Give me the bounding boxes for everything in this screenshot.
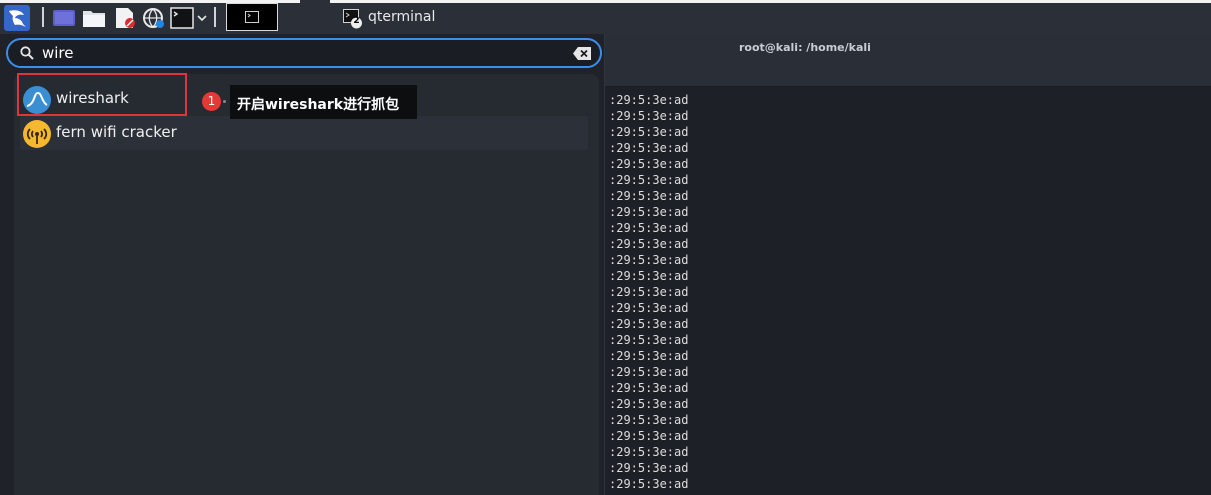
- terminal-line: :29:5:3e:ad: [609, 285, 689, 299]
- terminal-window[interactable]: root@kali: /home/kali :29:5:3e:ad:29:5:3…: [604, 34, 1211, 495]
- result-label: fern wifi cracker: [56, 123, 177, 141]
- search-bar[interactable]: [6, 38, 602, 68]
- chevron-down-icon[interactable]: [196, 12, 208, 24]
- terminal-line: :29:5:3e:ad: [609, 381, 689, 395]
- terminal-line: :29:5:3e:ad: [609, 413, 689, 427]
- step-badge: 1: [202, 92, 221, 111]
- panel-separator: [214, 7, 216, 27]
- workspace-preview[interactable]: [226, 3, 278, 31]
- search-icon: [20, 46, 34, 60]
- terminal-icon: [245, 11, 259, 23]
- callout-connector: [223, 100, 226, 103]
- terminal-titlebar: root@kali: /home/kali: [605, 34, 1211, 87]
- panel-separator: [42, 7, 44, 27]
- terminal-line: :29:5:3e:ad: [609, 237, 689, 251]
- fern-wifi-icon: [23, 120, 51, 148]
- annotation-callout: 开启wireshark进行抓包: [230, 85, 417, 119]
- annotation-text: 开启wireshark进行抓包: [237, 97, 400, 113]
- terminal-line: :29:5:3e:ad: [609, 445, 689, 459]
- terminal-line: :29:5:3e:ad: [609, 221, 689, 235]
- terminal-line: :29:5:3e:ad: [609, 429, 689, 443]
- terminal-line: :29:5:3e:ad: [609, 349, 689, 363]
- terminal-line: :29:5:3e:ad: [609, 205, 689, 219]
- terminal-icon[interactable]: [170, 7, 194, 29]
- top-panel: 2 qterminal: [0, 0, 1211, 35]
- terminal-line: :29:5:3e:ad: [609, 317, 689, 331]
- terminal-line: :29:5:3e:ad: [609, 157, 689, 171]
- clear-input-icon[interactable]: [573, 47, 591, 60]
- file-manager-icon[interactable]: [82, 7, 106, 29]
- terminal-line: :29:5:3e:ad: [609, 301, 689, 315]
- terminal-line: :29:5:3e:ad: [609, 269, 689, 283]
- result-item-fern-wifi-cracker[interactable]: fern wifi cracker: [20, 116, 588, 150]
- terminal-output: :29:5:3e:ad :29:5:3e:ad :29:5:3e:ad :29:5:3…: [609, 92, 688, 492]
- kali-menu-icon[interactable]: [4, 5, 30, 31]
- terminal-line: :29:5:3e:ad: [609, 333, 689, 347]
- terminal-line: :29:5:3e:ad: [609, 365, 689, 379]
- terminal-line: :29:5:3e:ad: [609, 125, 689, 139]
- desktop-icon[interactable]: [52, 7, 76, 29]
- search-input[interactable]: [42, 43, 542, 63]
- terminal-line: :29:5:3e:ad: [609, 461, 689, 475]
- terminal-line: :29:5:3e:ad: [609, 141, 689, 155]
- taskbar-badge: 2: [353, 16, 360, 26]
- text-editor-icon[interactable]: [113, 7, 137, 29]
- search-results: wireshark fern wifi cracker: [14, 74, 599, 495]
- highlight-box: [17, 73, 187, 116]
- terminal-line: :29:5:3e:ad: [609, 253, 689, 267]
- taskbar-label: qterminal: [368, 9, 436, 25]
- terminal-line: :29:5:3e:ad: [609, 93, 689, 107]
- terminal-line: :29:5:3e:ad: [609, 397, 689, 411]
- terminal-line: :29:5:3e:ad: [609, 109, 689, 123]
- panel-top-line: [0, 0, 1211, 3]
- terminal-line: :29:5:3e:ad: [609, 477, 689, 491]
- terminal-title: root@kali: /home/kali: [739, 41, 871, 54]
- web-browser-icon[interactable]: [142, 7, 166, 29]
- terminal-line: :29:5:3e:ad: [609, 189, 689, 203]
- terminal-line: :29:5:3e:ad: [609, 173, 689, 187]
